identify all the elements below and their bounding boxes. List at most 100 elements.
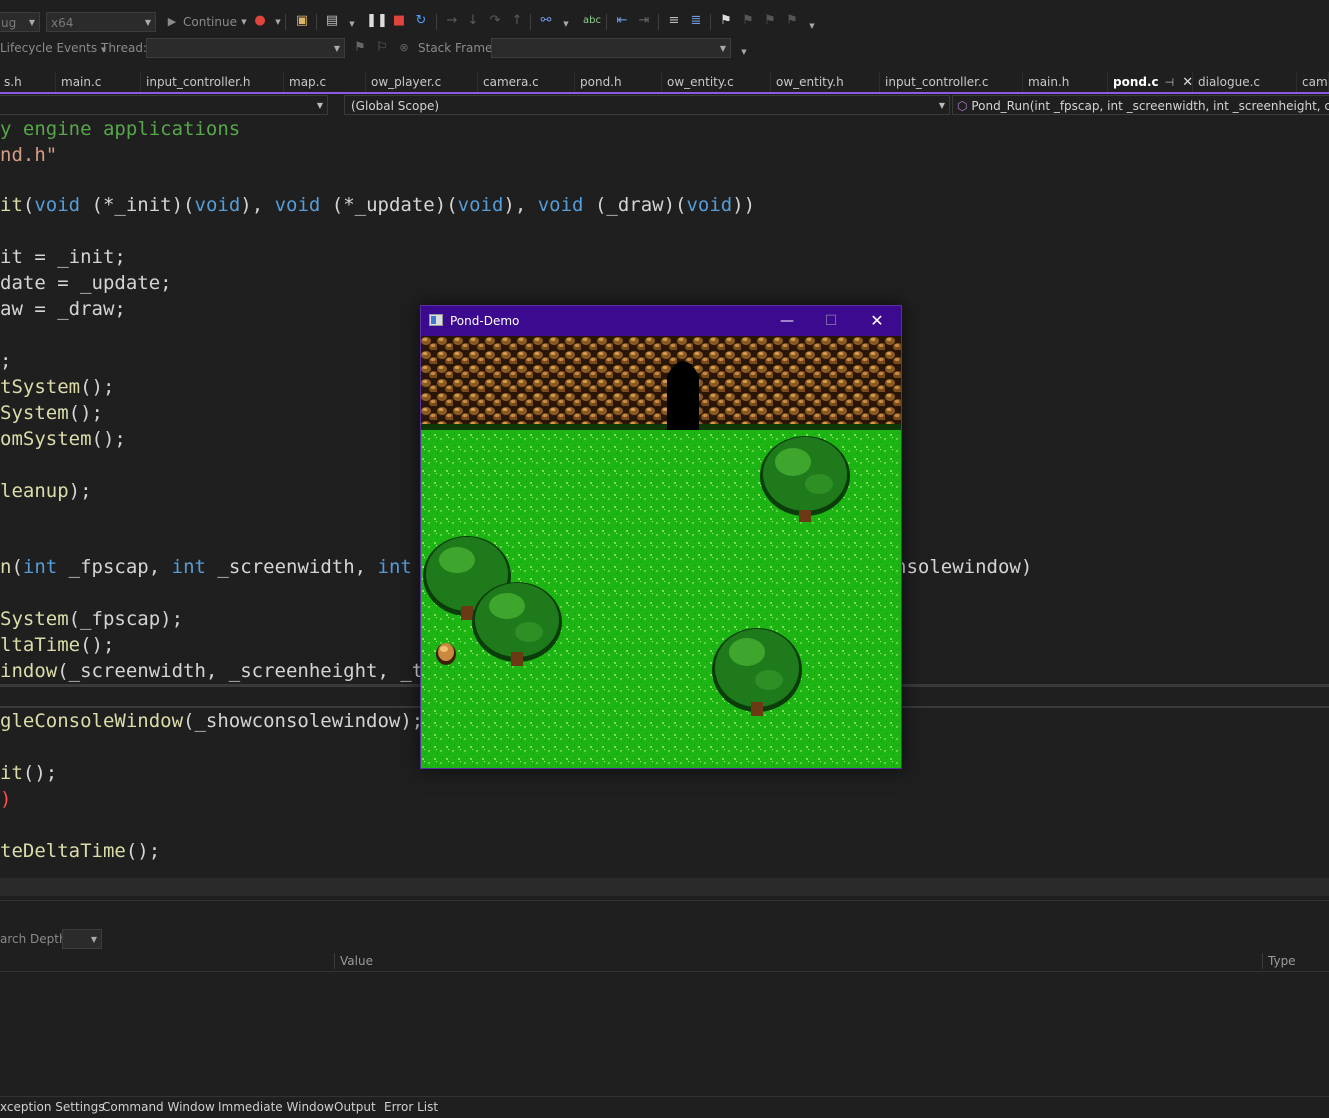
flag-thread-icon[interactable]: ⚑ [352, 40, 368, 56]
tab-pond-h[interactable]: pond.h [576, 72, 662, 92]
game-window[interactable]: Pond-Demo — ☐ ✕ [420, 305, 902, 769]
tab-label: input_controller.h [146, 75, 251, 89]
game-window-title: Pond-Demo [450, 314, 520, 328]
chevron-down-icon: ▼ [90, 935, 97, 944]
tab-main-c[interactable]: main.c [57, 72, 141, 92]
step-out-icon[interactable]: ↑ [509, 13, 525, 29]
restart-icon[interactable]: ↻ [413, 13, 429, 29]
chevron-down-icon: ▼ [333, 44, 340, 53]
hot-reload-icon[interactable]: ● [252, 13, 268, 29]
game-canvas[interactable] [421, 336, 901, 768]
tab-ow-player-c[interactable]: ow_player.c [367, 72, 478, 92]
step-over-icon[interactable]: ↷ [487, 13, 503, 29]
tab-label: ow_player.c [371, 75, 442, 89]
spell-check-icon[interactable]: abc [583, 13, 601, 29]
stop-icon[interactable]: ■ [391, 13, 407, 29]
platform-combo[interactable]: x64 ▼ [46, 12, 156, 32]
show-next-statement-icon[interactable]: → [444, 13, 460, 29]
tab-error-list[interactable]: Error List [384, 1097, 438, 1117]
tab-s-h[interactable]: s.h [0, 72, 56, 92]
tab-immediate-window[interactable]: Immediate Window [218, 1097, 334, 1117]
tab-map-c[interactable]: map.c [285, 72, 366, 92]
code-text: it = _init; [0, 246, 126, 268]
continue-button[interactable]: Continue [183, 12, 237, 32]
hex-display-icon[interactable]: ⚯ [538, 13, 554, 29]
tab-input-controller-h[interactable]: input_controller.h [142, 72, 284, 92]
member-combo[interactable]: ⬡ Pond_Run(int _fpscap, int _screenwidth… [952, 95, 1329, 115]
tab-command-window[interactable]: Command Window [102, 1097, 215, 1117]
code-line: it(); [0, 760, 57, 786]
next-bookmark-icon[interactable]: ⚑ [762, 13, 778, 29]
search-depth-combo[interactable]: ▼ [62, 929, 102, 949]
code-line: tSystem(); [0, 374, 114, 400]
chevron-down-icon: ▼ [719, 44, 726, 53]
column-divider[interactable] [1262, 953, 1263, 969]
horizontal-scrollbar[interactable] [0, 878, 1329, 896]
tab-output[interactable]: Output [334, 1097, 376, 1117]
stack-frame-combo[interactable]: ▼ [491, 38, 731, 58]
code-line: omSystem(); [0, 426, 126, 452]
game-scene [421, 336, 901, 768]
tab-input-controller-c[interactable]: input_controller.c [881, 72, 1023, 92]
close-button[interactable]: ✕ [855, 306, 899, 336]
chevron-down-icon[interactable]: ▼ [236, 14, 252, 30]
pause-icon[interactable]: ❚❚ [366, 13, 388, 29]
comment-lines-icon[interactable]: ≡ [666, 13, 682, 29]
solution-config-combo[interactable]: ug ▼ [0, 12, 40, 32]
code-line: it = _init; [0, 244, 126, 270]
maximize-button[interactable]: ☐ [809, 306, 853, 336]
column-divider[interactable] [334, 953, 335, 969]
tab-camera-c[interactable]: camera.c [479, 72, 575, 92]
play-icon[interactable]: ▶ [164, 14, 180, 30]
flag-threads-icon[interactable]: ⚐ [374, 40, 390, 56]
game-window-titlebar[interactable]: Pond-Demo — ☐ ✕ [421, 306, 901, 336]
bookmark-icon[interactable]: ⚑ [718, 13, 734, 29]
header-divider [0, 971, 1329, 972]
tab-label: came [1302, 75, 1328, 89]
chevron-down-icon[interactable]: ▼ [270, 14, 286, 30]
minimize-button[interactable]: — [765, 306, 809, 336]
scope-combo[interactable]: (Global Scope) ▼ [344, 95, 950, 115]
keyword: void [537, 194, 584, 216]
tab-main-h[interactable]: main.h [1024, 72, 1108, 92]
code-line: leanup); [0, 478, 92, 504]
tab-ow-entity-c[interactable]: ow_entity.c [663, 72, 771, 92]
uncomment-lines-icon[interactable]: ≣ [688, 13, 704, 29]
lifecycle-events-button[interactable]: Lifecycle Events ▼ [0, 38, 106, 60]
chevron-down-icon[interactable]: ▼ [558, 16, 574, 32]
tab-label: s.h [4, 75, 22, 89]
code-text: ) [0, 788, 12, 810]
layout-icon[interactable]: ▤ [324, 13, 340, 29]
pin-icon[interactable]: ⊣ [1165, 76, 1175, 89]
hide-threads-icon[interactable]: ⊗ [396, 40, 412, 56]
overflow-chevron-icon[interactable]: ▼ [804, 18, 820, 34]
chevron-down-icon[interactable]: ▼ [344, 16, 360, 32]
tab-camera-h[interactable]: came [1298, 72, 1329, 92]
prev-bookmark-icon[interactable]: ⚑ [740, 13, 756, 29]
code-line: ltaTime(); [0, 632, 114, 658]
clear-bookmarks-icon[interactable]: ⚑ [784, 13, 800, 29]
step-into-icon[interactable]: ↓ [465, 13, 481, 29]
folder-icon[interactable]: ▣ [294, 13, 310, 29]
outdent-icon[interactable]: ⇥ [636, 13, 652, 29]
keyword: void [194, 194, 241, 216]
code-text: date = _update; [0, 272, 172, 294]
search-depth-label: arch Depth: [0, 932, 71, 946]
tab-label: main.h [1028, 75, 1070, 89]
column-header-value[interactable]: Value [340, 954, 373, 968]
tab-exception-settings[interactable]: xception Settings [0, 1097, 105, 1117]
thread-combo[interactable]: ▼ [146, 38, 345, 58]
member-value: Pond_Run(int _fpscap, int _screenwidth, … [971, 99, 1329, 113]
stack-frame-label: Stack Frame: [418, 41, 497, 55]
tab-label: ow_entity.c [667, 75, 734, 89]
tab-dialogue-c[interactable]: dialogue.c [1194, 72, 1297, 92]
close-tab-icon[interactable]: ✕ [1182, 75, 1192, 90]
indent-icon[interactable]: ⇤ [614, 13, 630, 29]
project-combo[interactable]: ▼ [0, 95, 328, 115]
tab-ow-entity-h[interactable]: ow_entity.h [772, 72, 880, 92]
tab-label: pond.h [580, 75, 622, 89]
code-text: ; [0, 350, 12, 372]
overflow-chevron-icon[interactable]: ▼ [736, 44, 752, 60]
tab-pond-c[interactable]: pond.c ⊣ ✕ [1109, 72, 1193, 92]
column-header-type[interactable]: Type [1268, 954, 1296, 968]
